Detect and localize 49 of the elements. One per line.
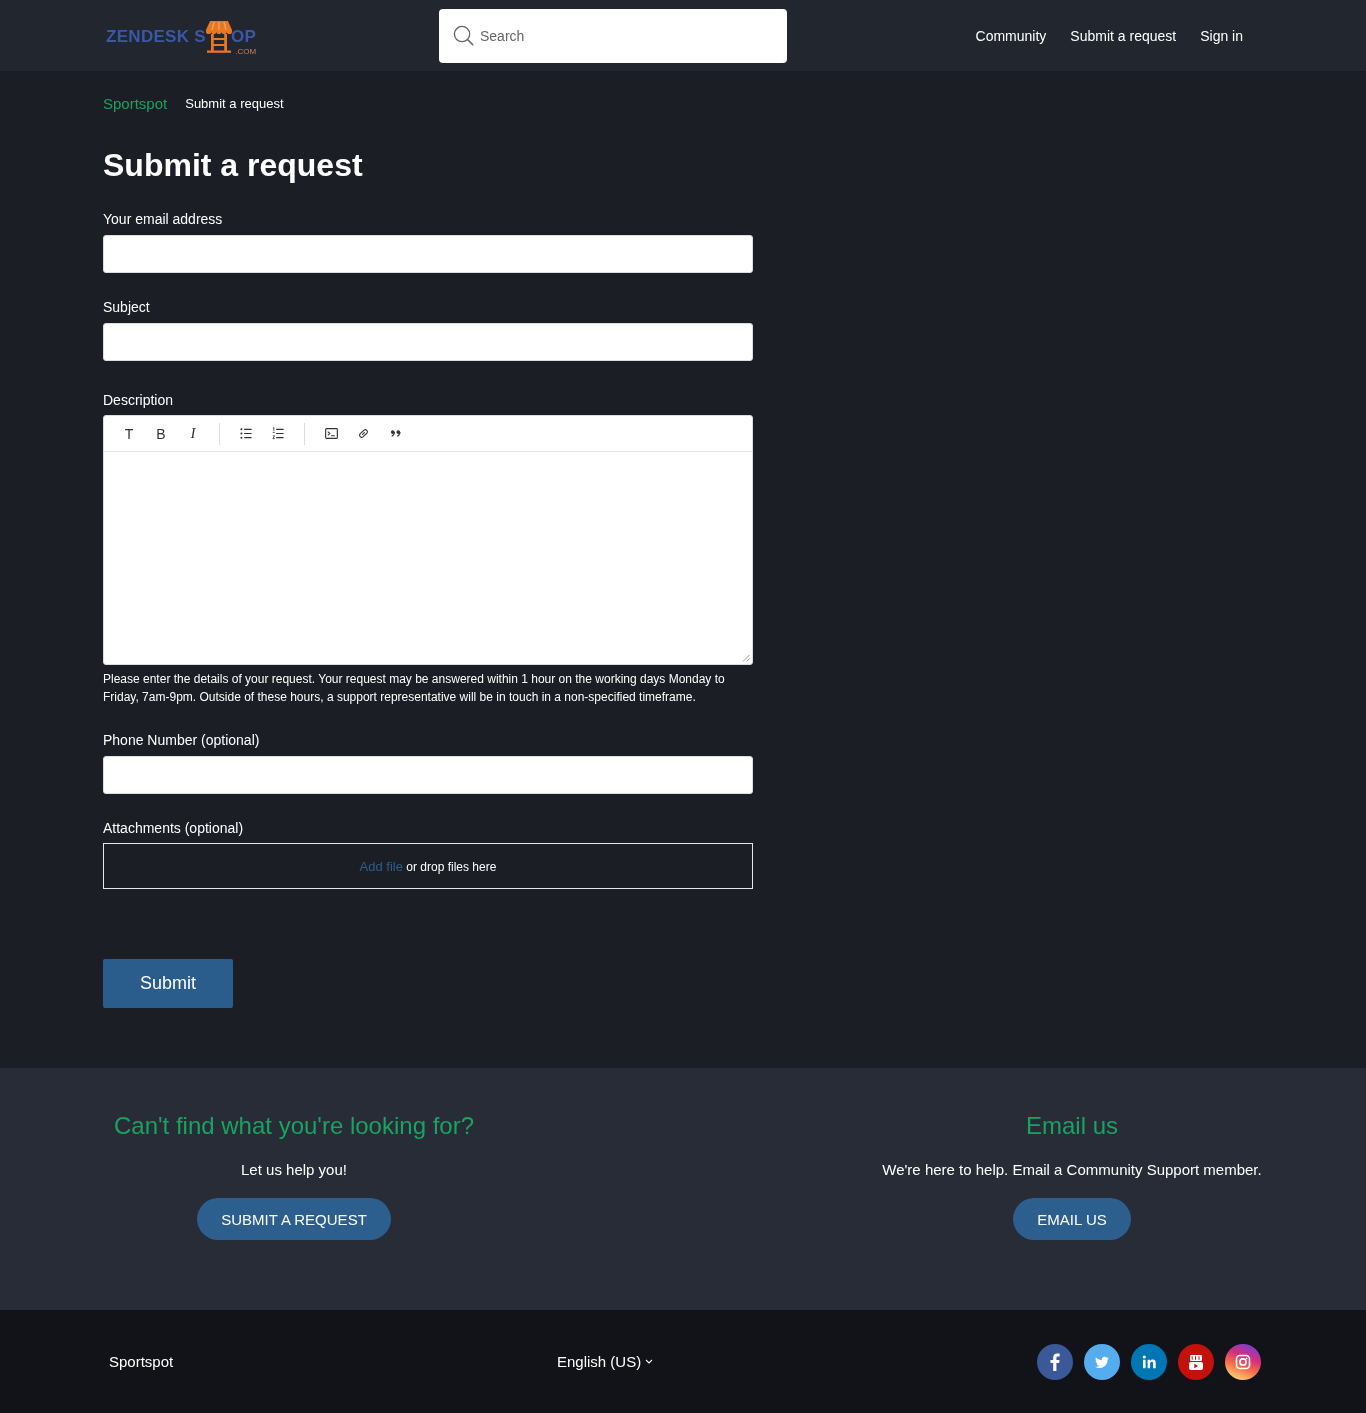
help-text: We're here to help. Email a Community Support member. bbox=[882, 1160, 1262, 1180]
drop-zone-text: Add file or drop files here bbox=[359, 858, 497, 874]
twitter-icon[interactable] bbox=[1084, 1343, 1120, 1380]
field-label: Phone Number (optional) bbox=[103, 731, 260, 750]
youtube-icon[interactable] bbox=[1178, 1343, 1214, 1380]
field-label: Your email address bbox=[103, 210, 223, 229]
link-icon bbox=[356, 427, 370, 440]
nav-link[interactable]: Community bbox=[975, 26, 1047, 45]
input-field[interactable] bbox=[103, 323, 753, 361]
action-button[interactable]: SUBMIT A REQUEST bbox=[197, 1198, 391, 1240]
bullet-list-icon bbox=[239, 427, 253, 440]
italic-button[interactable]: I bbox=[177, 421, 209, 446]
shop-icon bbox=[206, 20, 232, 53]
page-title: Submit a request bbox=[103, 146, 363, 185]
chevron-down-icon bbox=[645, 1359, 654, 1364]
help-text: Let us help you! bbox=[241, 1160, 347, 1180]
linkedin-icon[interactable] bbox=[1131, 1343, 1167, 1380]
search-field[interactable]: Search bbox=[439, 8, 787, 63]
submit-button[interactable]: Submit bbox=[103, 959, 233, 1008]
numbered-list-icon bbox=[271, 427, 285, 440]
field-hint: Please enter the details of your request. Your request may be answered within 1 hour on the working days Monday to Friday, 7am-9pm. Outside of these hours, a support representative will be in touch in a non-specified timeframe. bbox=[103, 671, 726, 706]
footer-brand: Sportspot bbox=[109, 1351, 174, 1372]
quote-icon bbox=[388, 427, 402, 440]
breadcrumb-current: Submit a request bbox=[185, 95, 284, 113]
logo-text: OP bbox=[231, 26, 257, 47]
resize-handle-icon[interactable] bbox=[742, 654, 750, 662]
logo-text: ZENDESK S bbox=[106, 26, 206, 47]
action-button[interactable]: EMAIL US bbox=[1013, 1198, 1131, 1240]
logo-suffix: .COM bbox=[235, 46, 257, 56]
bold-button[interactable]: B bbox=[145, 421, 177, 446]
instagram-icon[interactable] bbox=[1225, 1343, 1261, 1380]
input-field[interactable] bbox=[103, 756, 753, 794]
nav-link[interactable]: Sign in bbox=[1200, 26, 1243, 45]
field-label: Description bbox=[103, 391, 174, 410]
facebook-icon[interactable] bbox=[1037, 1343, 1073, 1380]
rich-text-editor[interactable]: T B I bbox=[103, 415, 753, 665]
search-input[interactable]: Search bbox=[480, 25, 773, 46]
help-heading: Can't find what you're looking for? bbox=[113, 1111, 474, 1141]
terminal-icon bbox=[324, 427, 338, 440]
heading-button[interactable]: T bbox=[113, 421, 145, 446]
nav-link[interactable]: Submit a request bbox=[1070, 26, 1177, 45]
input-field[interactable] bbox=[103, 235, 753, 273]
breadcrumb-link[interactable]: Sportspot bbox=[103, 94, 168, 114]
field-label: Attachments (optional) bbox=[103, 819, 244, 838]
search-icon bbox=[453, 25, 474, 46]
field-label: Subject bbox=[103, 298, 150, 317]
file-drop-zone[interactable]: Add file or drop files here bbox=[103, 843, 753, 889]
language-selector[interactable]: English (US) bbox=[557, 1351, 654, 1372]
help-heading: Email us bbox=[1026, 1111, 1118, 1141]
